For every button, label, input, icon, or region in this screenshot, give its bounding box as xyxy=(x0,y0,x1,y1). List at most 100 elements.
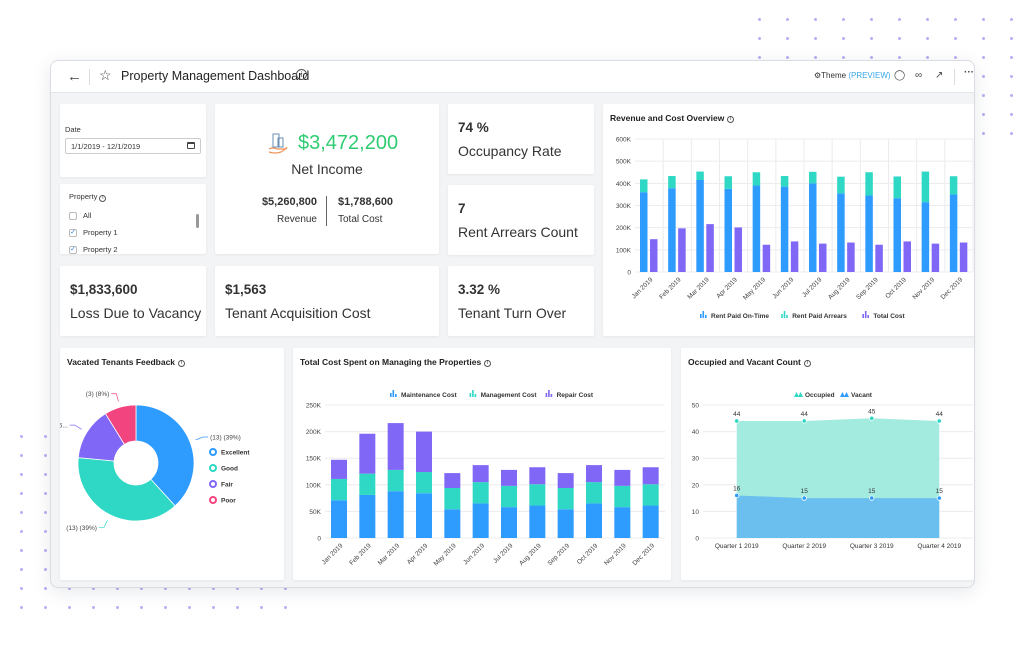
property-label: Property i xyxy=(69,192,107,202)
back-arrow-icon[interactable]: ← xyxy=(67,68,82,85)
x-tick-label: Jun 2019 xyxy=(462,542,486,566)
x-tick-label: Nov 2019 xyxy=(911,276,936,301)
legend-swatch xyxy=(781,314,783,318)
bar-repair-cost xyxy=(359,433,376,474)
x-tick-label: Aug 2019 xyxy=(827,276,852,301)
legend-swatch xyxy=(700,314,702,318)
total-cost-value: $1,788,600 xyxy=(338,196,394,208)
legend-label: Occupied xyxy=(805,392,835,399)
legend-swatch xyxy=(862,314,864,318)
loss-vacancy-label: Loss Due to Vacancy xyxy=(70,305,202,321)
checkbox-checked[interactable]: ✓ xyxy=(69,245,77,254)
y-tick-label: 100K xyxy=(616,247,632,254)
property-filter-card: Property i All ✓ Property 1 ✓ Property 2 xyxy=(60,184,206,254)
legend-swatch xyxy=(840,392,849,397)
bar-maintenance-cost xyxy=(387,491,404,538)
date-filter-card: Date 1/1/2019 - 12/1/2019 xyxy=(60,104,206,177)
expand-icon[interactable]: ↗ xyxy=(935,70,943,81)
info-icon[interactable]: i xyxy=(296,69,307,80)
pie-data-label: (13) (39%) xyxy=(66,525,97,532)
scrollbar[interactable] xyxy=(196,214,199,228)
bar-repair-cost xyxy=(614,469,631,486)
bar-management-cost xyxy=(444,487,461,510)
bar-total-cost xyxy=(903,241,911,272)
bar-total-cost xyxy=(678,228,686,272)
property-option-2[interactable]: ✓ Property 2 xyxy=(69,245,118,254)
x-tick-label: Mar 2019 xyxy=(686,276,711,301)
legend-swatch xyxy=(209,496,217,504)
legend-label: Repair Cost xyxy=(557,392,594,399)
y-tick-label: 100K xyxy=(306,482,322,489)
star-icon[interactable]: ☆ xyxy=(99,67,112,84)
total-cost-label: Total Cost xyxy=(338,214,383,225)
bar-management-cost xyxy=(472,482,489,504)
data-point-occupied xyxy=(936,418,942,424)
x-tick-label: Nov 2019 xyxy=(603,542,628,567)
glasses-icon[interactable]: ∞ xyxy=(915,70,922,81)
bar-rent-paid-on-time xyxy=(752,185,761,272)
bar-rent-paid-arrears xyxy=(780,176,789,187)
x-tick-label: Jan 2019 xyxy=(321,542,345,566)
bar-repair-cost xyxy=(444,473,461,488)
comment-icon[interactable]: ◯ xyxy=(894,70,905,81)
data-label: 44 xyxy=(733,411,741,418)
property-option-1[interactable]: ✓ Property 1 xyxy=(69,228,118,237)
property-option-all[interactable]: All xyxy=(69,211,91,220)
y-tick-label: 200K xyxy=(306,429,322,436)
bar-management-cost xyxy=(529,484,546,506)
bar-rent-paid-on-time xyxy=(640,192,648,272)
legend-label: Poor xyxy=(221,498,236,505)
x-tick-label: Mar 2019 xyxy=(377,542,402,567)
x-tick-label: Apr 2019 xyxy=(715,276,739,300)
checkbox[interactable] xyxy=(69,211,77,220)
legend-swatch xyxy=(474,394,477,397)
bar-rent-paid-arrears xyxy=(865,172,873,196)
legend-label: Maintenance Cost xyxy=(401,392,457,399)
legend-swatch xyxy=(794,392,803,397)
bar-total-cost xyxy=(959,242,968,272)
checkbox-checked[interactable]: ✓ xyxy=(69,228,77,237)
x-tick-label: Dec 2019 xyxy=(631,542,656,567)
bar-rent-paid-arrears xyxy=(921,171,930,203)
date-label: Date xyxy=(65,125,81,134)
occupancy-rate-card: 74 % Occupancy Rate xyxy=(448,104,594,174)
bar-total-cost xyxy=(650,239,658,272)
y-tick-label: 200K xyxy=(616,225,632,232)
legend-swatch xyxy=(545,393,548,397)
acquisition-cost-label: Tenant Acquisition Cost xyxy=(225,305,371,321)
bar-management-cost xyxy=(501,485,517,508)
legend-label: Good xyxy=(221,466,238,473)
y-tick-label: 50 xyxy=(692,403,700,410)
data-label: 45 xyxy=(868,408,876,415)
bar-maintenance-cost xyxy=(529,505,546,538)
y-tick-label: 20 xyxy=(692,482,700,489)
bar-repair-cost xyxy=(472,465,489,483)
info-icon[interactable]: i xyxy=(99,195,107,202)
theme-button[interactable]: ⚙Theme (PREVIEW) xyxy=(814,71,891,80)
x-tick-label: Feb 2019 xyxy=(348,542,373,567)
bar-management-cost xyxy=(586,482,602,504)
bar-rent-paid-arrears xyxy=(949,176,958,195)
bar-rent-paid-on-time xyxy=(949,194,958,272)
page-title: Property Management Dashboard xyxy=(121,69,310,83)
revenue-label: Revenue xyxy=(276,214,317,225)
calendar-icon[interactable] xyxy=(187,142,195,149)
pie-leader-line xyxy=(195,436,209,441)
y-tick-label: 600K xyxy=(616,137,632,144)
legend-swatch xyxy=(786,315,788,318)
bar-maintenance-cost xyxy=(444,509,461,538)
legend-swatch xyxy=(867,315,869,318)
x-tick-label: Apr 2019 xyxy=(406,542,430,566)
y-tick-label: 150K xyxy=(306,456,322,463)
bar-rent-paid-arrears xyxy=(724,176,732,189)
bar-maintenance-cost xyxy=(557,509,574,538)
data-point-vacant xyxy=(936,495,942,501)
bar-rent-paid-on-time xyxy=(724,188,732,272)
bar-management-cost xyxy=(614,485,631,508)
management-cost-chart: 0 50K 100K 150K 200K 250K Jan 2019 Feb 2019 Mar … xyxy=(306,390,665,568)
date-range-input[interactable]: 1/1/2019 - 12/1/2019 xyxy=(65,138,201,154)
acquisition-cost-value: $1,563 xyxy=(225,282,267,297)
y-tick-label: 40 xyxy=(692,429,700,436)
more-icon[interactable]: ··· xyxy=(964,67,974,78)
bar-repair-cost xyxy=(501,469,517,486)
